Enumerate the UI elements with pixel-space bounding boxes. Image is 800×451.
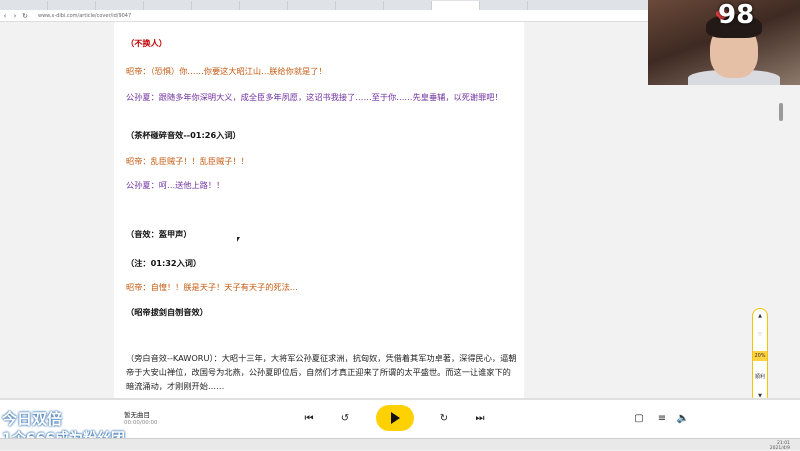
script-line: （音效：盔甲声） xyxy=(126,229,192,239)
browser-tab[interactable] xyxy=(288,0,336,10)
next-track-icon[interactable]: ⏭ xyxy=(473,412,487,426)
stream-overlay-double: 今日双倍 xyxy=(2,410,63,428)
chevron-up-icon[interactable]: ▲ xyxy=(758,313,762,319)
track-title: 暂无曲目 xyxy=(124,411,150,419)
play-button[interactable] xyxy=(376,405,414,431)
track-time: 00:00/00:00 xyxy=(124,420,158,426)
scrollbar-track[interactable] xyxy=(778,92,784,398)
script-line: （不换人） xyxy=(126,38,167,48)
browser-tab[interactable] xyxy=(96,0,144,10)
loop-icon[interactable]: ▢ xyxy=(632,412,646,426)
script-line: 昭帝：乱臣贼子！！乱臣贼子！！ xyxy=(126,156,249,166)
browser-tab[interactable] xyxy=(48,0,96,10)
forward-icon[interactable]: › xyxy=(10,12,20,20)
like-heart-icon[interactable]: ♡ xyxy=(758,332,762,338)
scroll-percent: 20% xyxy=(753,350,767,361)
browser-tab[interactable] xyxy=(480,0,528,10)
script-line: 昭帝：自惶！！朕是天子！天子有天子的死法… xyxy=(126,282,298,292)
browser-tab[interactable] xyxy=(240,0,288,10)
browser-tab[interactable] xyxy=(384,0,432,10)
clock-date: 2021/4/9 xyxy=(769,446,790,451)
mouse-cursor xyxy=(237,237,240,242)
side-control-label[interactable]: 順利 xyxy=(755,373,765,380)
script-line: （茶杯碰碎音效--01:26入词） xyxy=(126,130,241,140)
previous-track-icon[interactable]: ⏮ xyxy=(302,412,316,426)
browser-tab[interactable] xyxy=(432,0,480,10)
script-line: （注：01:32入词） xyxy=(126,258,202,268)
forward-15-icon[interactable]: ↻ xyxy=(437,412,451,426)
script-document: （不换人） 昭帝：（恐惧）你……你要这大昭江山…朕给你就是了！ 公孙夏：跟随多年你深… xyxy=(114,22,524,400)
browser-tab[interactable] xyxy=(336,0,384,10)
rewind-15-icon[interactable]: ↺ xyxy=(338,412,352,426)
script-line: （昭帝拔剑自刎音效） xyxy=(126,307,208,317)
fan-count: 98 xyxy=(718,0,755,30)
url-text[interactable]: www.x-dibi.com/article/cover/id/9047 xyxy=(38,13,131,19)
play-icon xyxy=(391,412,400,424)
browser-tab[interactable] xyxy=(192,0,240,10)
refresh-icon[interactable]: ↻ xyxy=(20,12,30,20)
script-line: 公孙夏：呵…送他上路！！ xyxy=(126,180,225,190)
browser-tab[interactable] xyxy=(0,0,48,10)
back-icon[interactable]: ‹ xyxy=(0,12,10,20)
script-line: 昭帝：（恐惧）你……你要这大昭江山…朕给你就是了！ xyxy=(126,66,327,76)
script-line: 公孙夏：跟随多年你深明大义，成全臣多年夙愿，这诏书我接了……至于你……先皇垂辅，… xyxy=(126,92,503,102)
side-control-panel: ▲ ♡ 20% 順利 ▼ xyxy=(752,308,768,404)
os-taskbar: 21:01 2021/4/9 xyxy=(0,438,800,451)
script-line: （旁白音效--KAWORU）：大昭十三年，大将军公孙夏征求洲，抗匈奴，凭借着其军… xyxy=(126,353,517,391)
scrollbar-thumb[interactable] xyxy=(779,103,783,121)
browser-tab[interactable] xyxy=(144,0,192,10)
playlist-icon[interactable]: ≡ xyxy=(655,412,669,426)
volume-icon[interactable]: 🔈 xyxy=(676,412,690,426)
